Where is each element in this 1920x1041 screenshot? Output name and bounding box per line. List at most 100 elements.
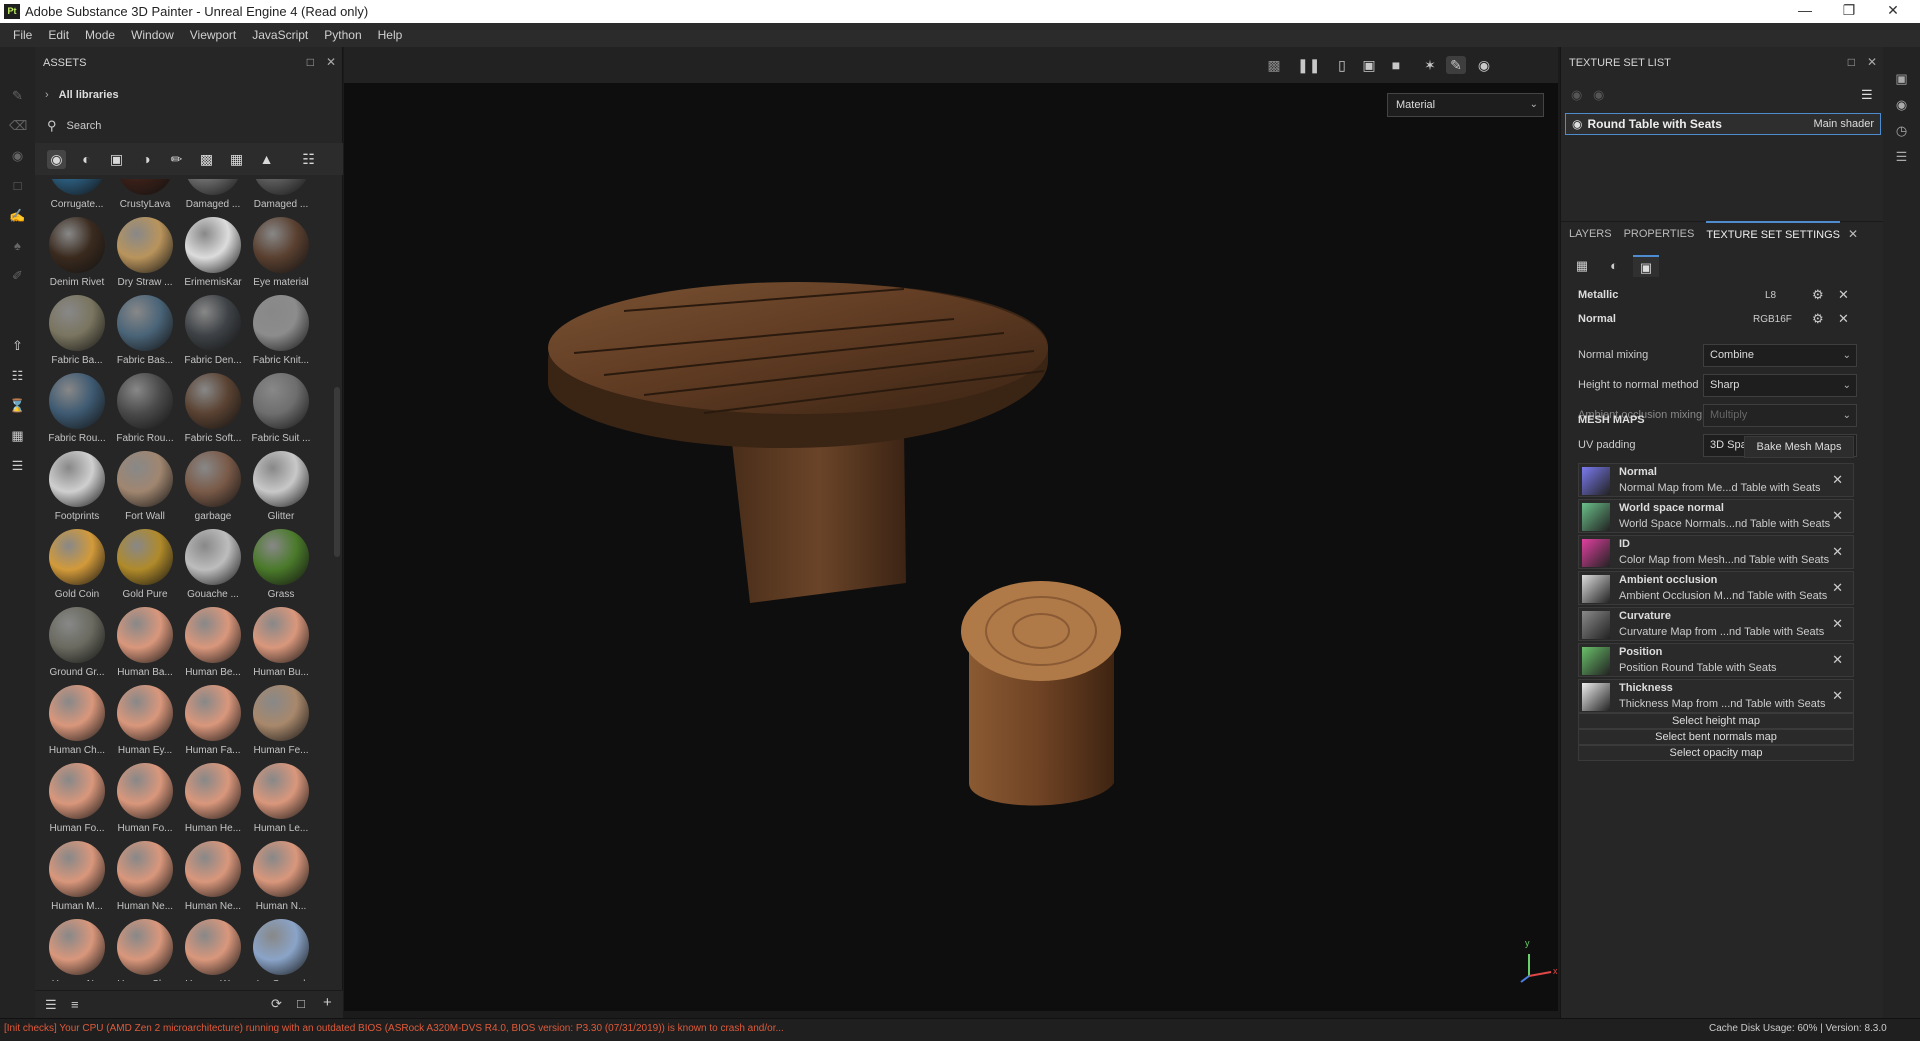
menu-viewport[interactable]: Viewport <box>182 28 244 42</box>
shader-settings-icon[interactable]: ◐ <box>1601 255 1627 277</box>
environment-filter-icon[interactable]: ▲ <box>257 150 276 169</box>
asset-tile[interactable]: Human Be... <box>179 607 247 685</box>
remove-mesh-map-icon[interactable]: ✕ <box>1832 688 1843 704</box>
add-asset-icon[interactable]: + <box>323 994 332 1011</box>
texture-settings-icon[interactable]: ▦ <box>1569 255 1595 277</box>
asset-tile[interactable]: ErimemisKar <box>179 217 247 295</box>
asset-tile[interactable]: Ground Gr... <box>43 607 111 685</box>
asset-tile[interactable]: Gouache ... <box>179 529 247 607</box>
float-panel-icon[interactable]: □ <box>307 55 314 69</box>
eye-icon[interactable]: ◉ <box>1593 87 1604 103</box>
color-picker-icon[interactable]: ✐ <box>9 267 26 284</box>
select-map-button[interactable]: Select opacity map <box>1578 745 1854 761</box>
asset-tile[interactable]: Denim Rivet <box>43 217 111 295</box>
asset-tile[interactable]: Human Fa... <box>179 685 247 763</box>
asset-tile[interactable]: Human Ba... <box>111 607 179 685</box>
hide-icon[interactable]: ▩ <box>1264 56 1284 74</box>
menu-window[interactable]: Window <box>123 28 182 42</box>
geometry-mask-icon[interactable]: □ <box>9 177 26 194</box>
asset-tile[interactable]: Fabric Suit ... <box>247 373 315 451</box>
asset-tile[interactable]: Human Ey... <box>111 685 179 763</box>
mask-filter-icon[interactable]: ▣ <box>107 150 126 169</box>
asset-tile[interactable]: Human Fo... <box>43 763 111 841</box>
asset-tile[interactable]: Human N... <box>247 841 315 919</box>
asset-tile[interactable]: Human Sh... <box>111 919 179 981</box>
channel-format[interactable]: L8 <box>1765 290 1776 301</box>
bake-mesh-maps-button[interactable]: Bake Mesh Maps <box>1744 436 1854 458</box>
menu-edit[interactable]: Edit <box>40 28 77 42</box>
menu-python[interactable]: Python <box>316 28 369 42</box>
projection-icon[interactable]: ◉ <box>9 147 26 164</box>
asset-tile[interactable]: Damaged ... <box>247 179 315 217</box>
filter-list-icon[interactable]: ☰ <box>45 997 57 1013</box>
setting-dropdown[interactable]: Combine ⌄ <box>1703 344 1857 367</box>
tab-texture-set-settings[interactable]: TEXTURE SET SETTINGS <box>1706 221 1840 247</box>
asset-tile[interactable]: Glitter <box>247 451 315 529</box>
smart-material-filter-icon[interactable]: ◐ <box>77 150 96 169</box>
remove-mesh-map-icon[interactable]: ✕ <box>1832 544 1843 560</box>
asset-tile[interactable]: Human M... <box>43 841 111 919</box>
close-window-icon[interactable]: ✕ <box>1871 0 1915 23</box>
asset-tile[interactable]: Fabric Den... <box>179 295 247 373</box>
close-tab-icon[interactable]: ✕ <box>1848 221 1858 247</box>
menu-javascript[interactable]: JavaScript <box>244 28 316 42</box>
menu-file[interactable]: File <box>5 28 40 42</box>
assets-panel-icon[interactable]: ⇧ <box>9 337 26 354</box>
select-map-button[interactable]: Select height map <box>1578 713 1854 729</box>
display-settings-icon[interactable]: ▦ <box>9 427 26 444</box>
brush-filter-icon[interactable]: ✏ <box>167 150 186 169</box>
bake-icon[interactable]: ⌛ <box>9 397 26 414</box>
paint-mode-icon[interactable]: ✎ <box>1446 56 1466 74</box>
sort-icon[interactable]: ≡ <box>71 997 79 1012</box>
history-icon[interactable]: ◷ <box>1893 123 1910 140</box>
tab-properties[interactable]: PROPERTIES <box>1624 222 1695 246</box>
screenshot-icon[interactable]: ◉ <box>1474 56 1494 74</box>
asset-tile[interactable]: Corrugate... <box>43 179 111 217</box>
asset-tile[interactable]: Eye material <box>247 217 315 295</box>
asset-tile[interactable]: Fabric Soft... <box>179 373 247 451</box>
asset-tile[interactable]: Human Wr... <box>179 919 247 981</box>
libraries-breadcrumb[interactable]: All libraries <box>59 89 119 101</box>
mesh-map-slot[interactable]: Normal Normal Map from Me...d Table with … <box>1578 463 1854 497</box>
remove-channel-icon[interactable]: ✕ <box>1838 287 1849 303</box>
remove-channel-icon[interactable]: ✕ <box>1838 311 1849 327</box>
restore-icon[interactable]: ❐ <box>1827 0 1871 23</box>
asset-tile[interactable]: Human Ne... <box>179 841 247 919</box>
remove-mesh-map-icon[interactable]: ✕ <box>1832 652 1843 668</box>
asset-tile[interactable]: CrustyLava <box>111 179 179 217</box>
grid-view-icon[interactable]: ☷ <box>299 150 318 169</box>
mesh-map-slot[interactable]: Curvature Curvature Map from ...nd Table … <box>1578 607 1854 641</box>
3d-viewport[interactable]: Material ⌄ y x <box>344 83 1558 1011</box>
remove-mesh-map-icon[interactable]: ✕ <box>1832 580 1843 596</box>
search-input[interactable]: Search <box>67 120 102 132</box>
gear-icon[interactable]: ⚙ <box>1812 287 1824 303</box>
asset-tile[interactable]: Human Fe... <box>247 685 315 763</box>
camera-icon[interactable]: ■ <box>1386 56 1406 74</box>
minimize-icon[interactable]: — <box>1783 0 1827 23</box>
texture-set-row[interactable]: ◉ Round Table with Seats Main shader <box>1565 113 1881 135</box>
texture-set-list-icon[interactable]: ▣ <box>1893 71 1910 88</box>
remove-mesh-map-icon[interactable]: ✕ <box>1832 472 1843 488</box>
2d-view-icon[interactable]: ▯ <box>1332 56 1352 74</box>
shelf-icon[interactable]: ☷ <box>9 367 26 384</box>
3d-view-icon[interactable]: ▣ <box>1359 56 1379 74</box>
asset-tile[interactable]: Human Le... <box>247 763 315 841</box>
paint-brush-icon[interactable]: ✎ <box>9 87 26 104</box>
pause-icon[interactable]: ❚❚ <box>1297 56 1320 74</box>
visibility-off-icon[interactable]: ◉ <box>1571 87 1582 103</box>
smudge-icon[interactable]: ✍ <box>9 207 26 224</box>
asset-tile[interactable]: Human He... <box>179 763 247 841</box>
asset-tile[interactable]: Human N... <box>43 919 111 981</box>
chevron-right-icon[interactable]: › <box>45 89 49 101</box>
asset-tile[interactable]: Fabric Rou... <box>43 373 111 451</box>
asset-tile[interactable]: garbage <box>179 451 247 529</box>
asset-tile[interactable]: Human Ch... <box>43 685 111 763</box>
asset-tile[interactable]: Dry Straw ... <box>111 217 179 295</box>
mesh-map-slot[interactable]: Ambient occlusion Ambient Occlusion M...n… <box>1578 571 1854 605</box>
log-icon[interactable]: ☰ <box>1893 149 1910 166</box>
mesh-map-slot[interactable]: ID Color Map from Mesh...nd Table with Se… <box>1578 535 1854 569</box>
menu-help[interactable]: Help <box>370 28 411 42</box>
status-message[interactable]: [Init checks] Your CPU (AMD Zen 2 microa… <box>4 1023 784 1034</box>
channel-format[interactable]: RGB16F <box>1753 314 1792 325</box>
mesh-map-slot[interactable]: Position Position Round Table with Seats ✕ <box>1578 643 1854 677</box>
